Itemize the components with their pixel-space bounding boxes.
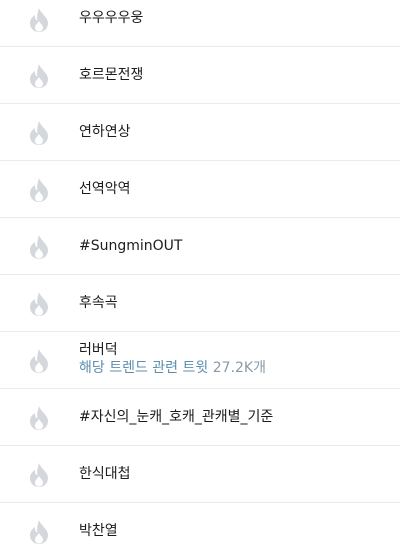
trend-title: 호르몬전쟁 — [79, 67, 144, 83]
trend-item[interactable]: 후속곡 — [0, 275, 400, 332]
flame-icon — [29, 8, 49, 32]
trend-title: 러버덕 — [79, 342, 118, 358]
related-label: 해당 트렌드 관련 트윗 — [79, 360, 209, 376]
trend-item[interactable]: #SungminOUT — [0, 218, 400, 275]
trend-item[interactable]: 러버덕 해당 트렌드 관련 트윗 27.2K개 — [0, 332, 400, 389]
trend-list: 우우우우웅 호르몬전쟁 연하연상 선역악역 #SungminOUT 후속곡 러버… — [0, 0, 400, 556]
flame-icon — [29, 349, 49, 373]
flame-icon — [29, 121, 49, 145]
related-count: 27.2K개 — [212, 360, 266, 376]
trend-title: #SungminOUT — [79, 238, 183, 254]
trend-item[interactable]: 한식대첩 — [0, 446, 400, 503]
trend-title: 박찬열 — [79, 523, 118, 539]
trend-title: 한식대첩 — [79, 466, 131, 482]
trend-item[interactable]: #자신의_눈캐_호캐_관캐별_기준 — [0, 389, 400, 446]
trend-item[interactable]: 선역악역 — [0, 161, 400, 218]
flame-icon — [29, 520, 49, 544]
trend-title: 후속곡 — [79, 295, 118, 311]
flame-icon — [29, 64, 49, 88]
trend-title: 우우우우웅 — [79, 10, 144, 26]
flame-icon — [29, 463, 49, 487]
trend-title: #자신의_눈캐_호캐_관캐별_기준 — [79, 409, 274, 425]
flame-icon — [29, 406, 49, 430]
trend-item[interactable]: 박찬열 — [0, 503, 400, 556]
flame-icon — [29, 292, 49, 316]
flame-icon — [29, 235, 49, 259]
trend-item[interactable]: 우우우우웅 — [0, 0, 400, 47]
trend-title: 선역악역 — [79, 181, 131, 197]
flame-icon — [29, 178, 49, 202]
trend-item[interactable]: 호르몬전쟁 — [0, 47, 400, 104]
trend-title: 연하연상 — [79, 124, 131, 140]
trend-item[interactable]: 연하연상 — [0, 104, 400, 161]
trend-related-tweets: 해당 트렌드 관련 트윗 27.2K개 — [79, 359, 392, 377]
